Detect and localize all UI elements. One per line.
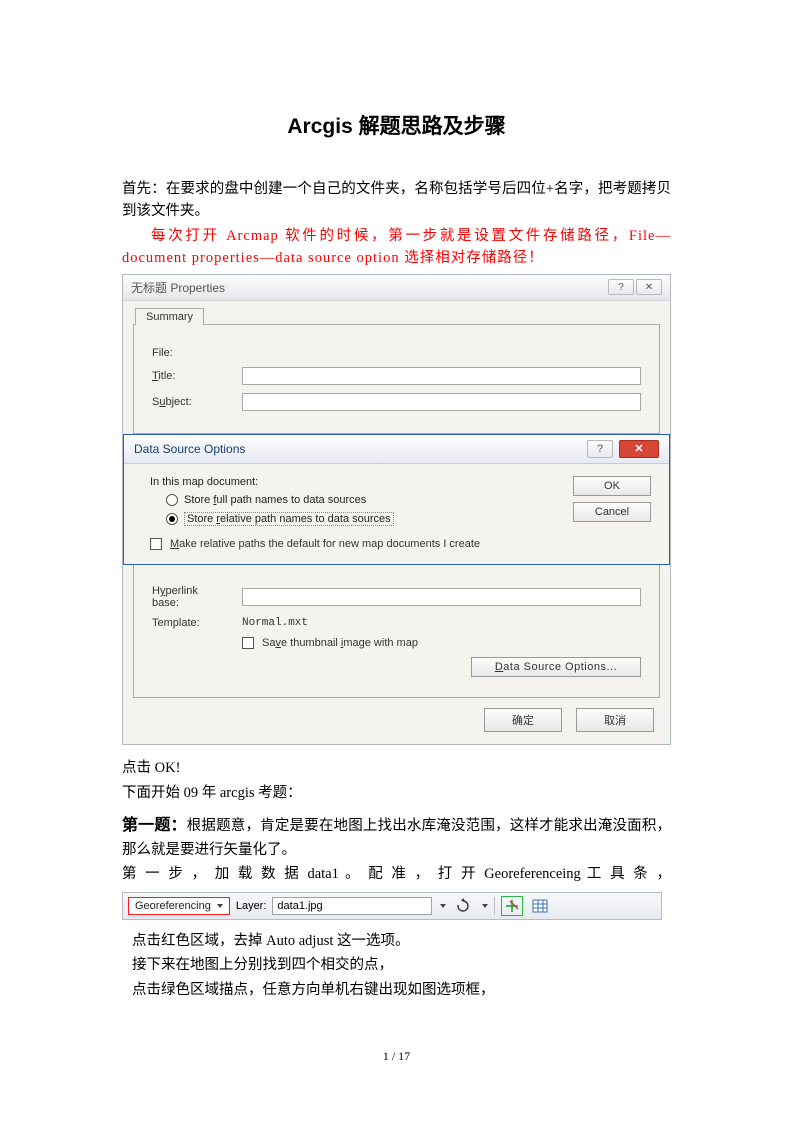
layer-select[interactable]: data1.jpg bbox=[272, 897, 432, 915]
close-icon[interactable]: ✕ bbox=[619, 440, 659, 458]
georeferencing-menu-button[interactable]: Georeferencing bbox=[128, 897, 230, 915]
paragraph-start-09: 下面开始 09 年 arcgis 考题： bbox=[122, 782, 671, 804]
paragraph-red-note: 每次打开 Arcmap 软件的时候，第一步就是设置文件存储路径，File—doc… bbox=[122, 225, 671, 270]
question-1-heading: 第一题：根据题意，肯定是要在地图上找出水库淹没范围，这样才能求出淹没面积，那么就… bbox=[122, 814, 671, 861]
help-icon[interactable]: ? bbox=[587, 440, 613, 458]
chevron-down-icon bbox=[217, 904, 223, 908]
note-four-points: 接下来在地图上分别找到四个相交的点， bbox=[132, 954, 671, 976]
template-value: Normal.mxt bbox=[242, 617, 308, 629]
cancel-button[interactable]: Cancel bbox=[573, 502, 651, 522]
georeferencing-toolbar: Georeferencing Layer: data1.jpg bbox=[122, 892, 662, 920]
note-red-area: 点击红色区域，去掉 Auto adjust 这一选项。 bbox=[132, 930, 671, 952]
close-icon[interactable]: ✕ bbox=[636, 279, 662, 295]
properties-dialog: 无标题 Properties ? ✕ Summary File: Title: … bbox=[122, 274, 671, 745]
title-field[interactable] bbox=[242, 367, 641, 385]
ok-button[interactable]: 确定 bbox=[484, 708, 562, 732]
chevron-down-icon[interactable] bbox=[440, 904, 446, 908]
add-control-points-icon[interactable] bbox=[501, 896, 523, 916]
help-icon[interactable]: ? bbox=[608, 279, 634, 295]
checkbox-icon bbox=[150, 538, 162, 550]
properties-dialog-title-text: 无标题 Properties bbox=[131, 279, 225, 296]
subject-field[interactable] bbox=[242, 393, 641, 411]
tab-summary[interactable]: Summary bbox=[135, 308, 204, 325]
georeferencing-menu-label: Georeferencing bbox=[135, 900, 211, 912]
properties-dialog-titlebar[interactable]: 无标题 Properties ? ✕ bbox=[123, 275, 670, 301]
radio-icon bbox=[166, 513, 178, 525]
paragraph-click-ok: 点击 OK! bbox=[122, 757, 671, 779]
cancel-button[interactable]: 取消 bbox=[576, 708, 654, 732]
view-link-table-icon[interactable] bbox=[529, 896, 551, 916]
page-number: 1 / 17 bbox=[0, 1049, 793, 1064]
note-green-area: 点击绿色区域描点，任意方向单机右键出现如图选项框， bbox=[132, 979, 671, 1001]
data-source-options-button[interactable]: Data Source Options... bbox=[471, 657, 641, 677]
save-thumbnail-label: Save thumbnail image with map bbox=[262, 637, 418, 649]
hyperlink-base-field[interactable] bbox=[242, 588, 641, 606]
checkbox-icon[interactable] bbox=[242, 637, 254, 649]
template-label: Template: bbox=[152, 617, 242, 629]
paragraph-intro: 首先：在要求的盘中创建一个自己的文件夹，名称包括学号后四位+名字，把考题拷贝到该… bbox=[122, 178, 671, 223]
checkbox-make-default[interactable]: Make relative paths the default for new … bbox=[150, 538, 651, 550]
radio-icon bbox=[166, 494, 178, 506]
title-label: Title: bbox=[152, 370, 242, 382]
chevron-down-icon[interactable] bbox=[482, 904, 488, 908]
page-title: Arcgis 解题思路及步骤 bbox=[122, 110, 671, 140]
data-source-options-dialog: Data Source Options ? ✕ OK Cancel In thi… bbox=[123, 434, 670, 565]
subject-label: Subject: bbox=[152, 396, 242, 408]
dso-dialog-title-text: Data Source Options bbox=[134, 442, 245, 456]
dso-dialog-titlebar[interactable]: Data Source Options ? ✕ bbox=[124, 435, 669, 464]
rotate-icon[interactable] bbox=[452, 896, 474, 916]
ok-button[interactable]: OK bbox=[573, 476, 651, 496]
checkbox-make-default-label: Make relative paths the default for new … bbox=[170, 538, 480, 550]
radio-relative-path-label: Store relative path names to data source… bbox=[184, 512, 394, 526]
question-1-step1: 第 一 步 ， 加 载 数 据 data1 。 配 准 ， 打 开 Georef… bbox=[122, 863, 671, 885]
hyperlink-base-label: Hyperlinkbase: bbox=[152, 585, 242, 609]
file-label: File: bbox=[152, 347, 242, 359]
layer-label: Layer: bbox=[236, 900, 267, 912]
radio-full-path-label: Store full path names to data sources bbox=[184, 494, 366, 506]
layer-select-value: data1.jpg bbox=[277, 900, 322, 912]
